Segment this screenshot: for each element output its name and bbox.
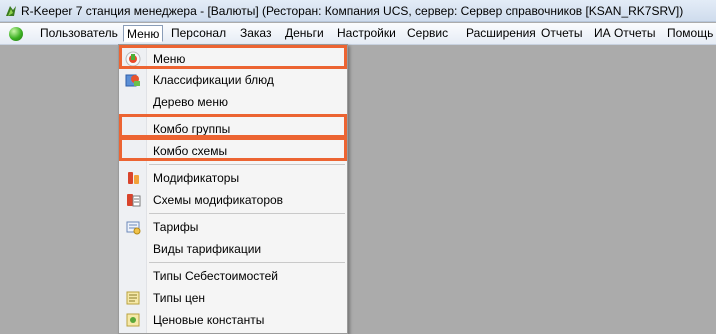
classifications-icon	[125, 74, 140, 87]
dropdown-item-label: Типы Себестоимостей	[153, 269, 278, 283]
dropdown-item-label: Ценовые константы	[153, 313, 265, 327]
dropdown-item-label: Модификаторы	[153, 171, 240, 185]
modifiers-icon	[128, 172, 139, 184]
menubar-item-extensions[interactable]: Расширения	[463, 25, 539, 42]
dropdown-item-label: Дерево меню	[153, 95, 228, 109]
connection-status-icon	[9, 27, 23, 41]
tariffs-icon	[126, 221, 141, 235]
r-keeper-logo-icon	[6, 6, 16, 16]
menu-icon	[125, 51, 141, 67]
menubar-item-money[interactable]: Деньги	[282, 25, 327, 42]
dropdown-item-price-types[interactable]: Типы цен	[119, 288, 347, 308]
dropdown-item-modifier-schemes[interactable]: Схемы модификаторов	[119, 190, 347, 210]
dropdown-item-price-constants[interactable]: Ценовые константы	[119, 310, 347, 330]
menubar-item-settings[interactable]: Настройки	[334, 25, 399, 42]
dropdown-item-tariff-types[interactable]: Виды тарификации	[119, 239, 347, 259]
modifier-schemes-icon	[127, 194, 141, 207]
dropdown-item-menu[interactable]: Меню	[119, 49, 347, 69]
dropdown-item-label: Виды тарификации	[153, 242, 262, 256]
menubar-item-menu[interactable]: Меню	[123, 25, 164, 42]
dropdown-item-label: Комбо схемы	[153, 144, 228, 158]
dropdown-separator	[149, 213, 345, 214]
dropdown-item-label: Схемы модификаторов	[153, 193, 284, 207]
menubar-item-personnel[interactable]: Персонал	[168, 25, 229, 42]
menubar-item-help[interactable]: Помощь	[664, 25, 716, 42]
dropdown-item-classifications[interactable]: Классификации блюд	[119, 70, 347, 90]
dropdown-item-label: Типы цен	[153, 291, 206, 305]
dropdown-item-combo-schemes[interactable]: Комбо схемы	[119, 141, 347, 161]
dropdown-separator	[149, 164, 345, 165]
window-title: R-Keeper 7 станция менеджера - [Валюты] …	[21, 4, 684, 18]
dropdown-item-label: Классификации блюд	[153, 73, 274, 87]
menu-bar: Пользователь Меню Персонал Заказ Деньги …	[0, 23, 716, 45]
dropdown-item-label: Комбо группы	[153, 122, 231, 136]
dropdown-item-combo-groups[interactable]: Комбо группы	[119, 119, 347, 139]
menu-dropdown: Меню Классификации блюд Дерево меню Комб…	[118, 44, 348, 334]
dropdown-item-menu-tree[interactable]: Дерево меню	[119, 92, 347, 112]
menubar-item-order[interactable]: Заказ	[237, 25, 274, 42]
menubar-item-ia-reports[interactable]: ИА Отчеты	[591, 25, 658, 42]
dropdown-separator	[149, 262, 345, 263]
menubar-item-reports[interactable]: Отчеты	[538, 25, 585, 42]
dropdown-item-label: Меню	[153, 52, 186, 66]
dropdown-separator	[149, 115, 345, 116]
title-bar: R-Keeper 7 станция менеджера - [Валюты] …	[0, 0, 716, 22]
menubar-item-user[interactable]: Пользователь	[37, 25, 121, 42]
price-types-icon	[126, 291, 140, 305]
menubar-item-service[interactable]: Сервис	[404, 25, 451, 42]
dropdown-item-cost-types[interactable]: Типы Себестоимостей	[119, 266, 347, 286]
dropdown-item-label: Тарифы	[153, 220, 199, 234]
dropdown-item-tariffs[interactable]: Тарифы	[119, 217, 347, 237]
dropdown-item-modifiers[interactable]: Модификаторы	[119, 168, 347, 188]
